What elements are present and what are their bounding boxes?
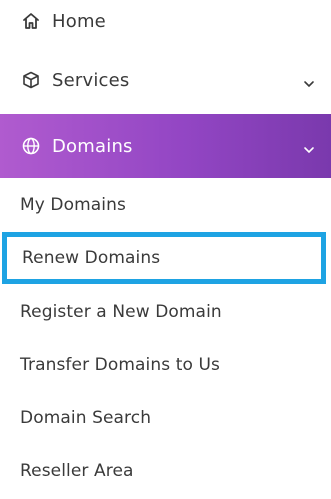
submenu-item-domain-search[interactable]: Domain Search [0, 394, 331, 442]
submenu-item-label: Renew Domains [22, 248, 161, 268]
submenu-item-renew-domains[interactable]: Renew Domains [2, 232, 326, 284]
nav-item-domains-label: Domains [52, 135, 133, 157]
submenu-item-label: Reseller Area [20, 461, 134, 481]
chevron-down-icon [303, 144, 315, 156]
box-icon [20, 69, 42, 91]
nav-item-home-label: Home [52, 10, 106, 32]
chevron-down-icon [303, 78, 315, 90]
globe-icon [20, 135, 42, 157]
submenu-item-label: Domain Search [20, 408, 152, 428]
submenu-item-label: Register a New Domain [20, 302, 222, 322]
submenu-item-my-domains[interactable]: My Domains [0, 181, 331, 229]
submenu-item-label: My Domains [20, 195, 126, 215]
submenu-item-transfer-domains[interactable]: Transfer Domains to Us [0, 341, 331, 389]
nav-item-home[interactable]: Home [0, 0, 331, 42]
nav-item-services-label: Services [52, 69, 130, 91]
submenu-item-register-domain[interactable]: Register a New Domain [0, 288, 331, 336]
submenu-item-label: Transfer Domains to Us [20, 355, 220, 375]
home-icon [20, 10, 42, 32]
nav-item-domains[interactable]: Domains [0, 114, 331, 178]
sidebar-nav: Home Services Domains My Domains Renew D… [0, 0, 331, 499]
submenu-item-reseller-area[interactable]: Reseller Area [0, 447, 331, 495]
nav-item-services[interactable]: Services [0, 56, 331, 104]
